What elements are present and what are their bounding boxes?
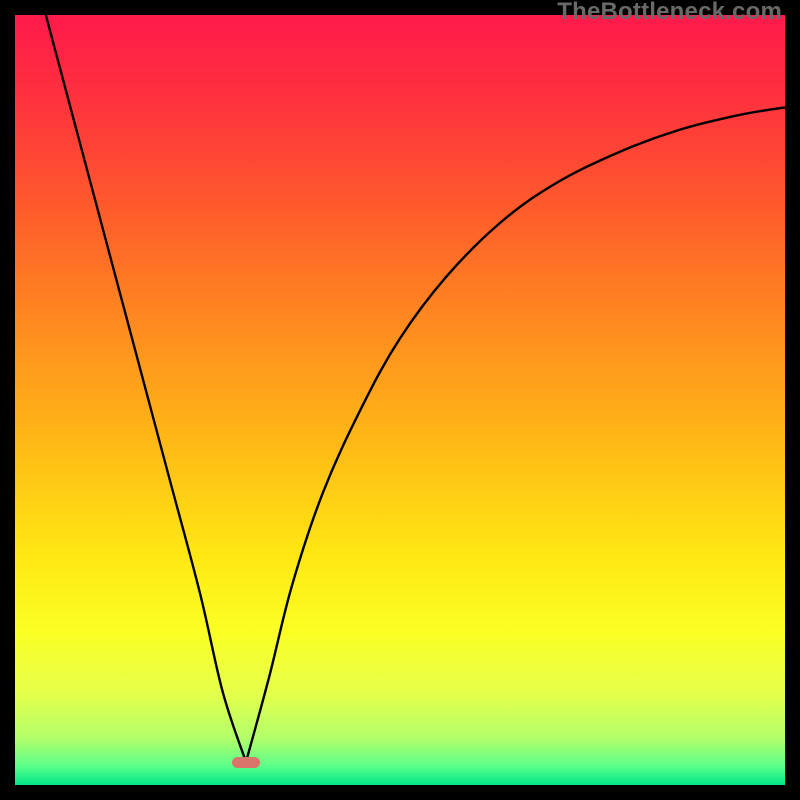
minimum-marker (232, 757, 260, 768)
gradient-background (15, 15, 785, 785)
watermark-text: TheBottleneck.com (557, 0, 782, 26)
chart-frame (15, 15, 785, 785)
chart-canvas (15, 15, 785, 785)
